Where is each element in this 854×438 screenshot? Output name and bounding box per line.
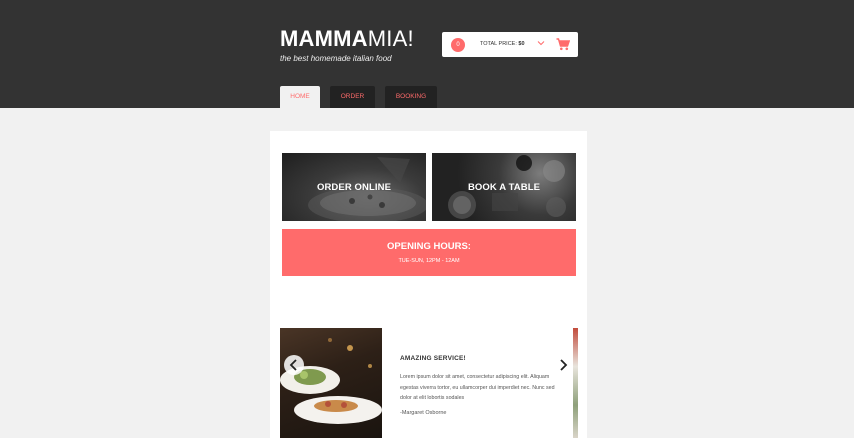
site-header: MAMMAMIA! the best homemade italian food…: [0, 0, 854, 108]
testimonial-author: -Margaret Osborne: [400, 409, 447, 416]
cart-total-label: TOTAL PRICE:: [480, 41, 517, 47]
order-online-tile[interactable]: ORDER ONLINE: [282, 153, 426, 221]
next-slide-peek: [573, 328, 578, 438]
cart-total: TOTAL PRICE: $0: [480, 41, 525, 47]
logo-name-bold: MAMMA: [280, 26, 368, 51]
logo-name-light: MIA!: [367, 26, 414, 51]
cart-count-badge: 0: [451, 38, 465, 52]
opening-hours-title: OPENING HOURS:: [387, 241, 471, 252]
restaurant-photo: [280, 328, 382, 438]
logo-text: MAMMAMIA!: [280, 27, 414, 51]
cart-widget[interactable]: 0 TOTAL PRICE: $0: [442, 32, 578, 57]
book-table-label: BOOK A TABLE: [467, 182, 541, 193]
tab-order[interactable]: ORDER: [330, 86, 375, 108]
testimonial-text: Lorem ipsum dolor sit amet, consectetur …: [400, 374, 555, 401]
chevron-left-icon[interactable]: [284, 355, 304, 375]
tab-booking[interactable]: BOOKING: [385, 86, 437, 108]
opening-hours-time: TUE-SUN, 12PM - 12AM: [398, 258, 460, 264]
cart-total-value: $0: [518, 41, 525, 47]
tagline: the best homemade italian food: [280, 54, 392, 63]
chevron-down-icon[interactable]: [536, 38, 546, 48]
book-table-tile[interactable]: BOOK A TABLE: [432, 153, 576, 221]
testimonial-title: AMAZING SERVICE!: [400, 355, 466, 362]
testimonial: AMAZING SERVICE! Lorem ipsum dolor sit a…: [400, 355, 560, 416]
main-content: ORDER ONLINE BOOK A TABLE OPENING HOURS:…: [270, 131, 587, 438]
tab-home[interactable]: HOME: [280, 86, 320, 108]
shopping-cart-icon[interactable]: [556, 38, 570, 51]
order-online-label: ORDER ONLINE: [316, 182, 392, 193]
opening-hours-banner: OPENING HOURS: TUE-SUN, 12PM - 12AM: [282, 229, 576, 276]
logo[interactable]: MAMMAMIA! the best homemade italian food: [280, 27, 414, 64]
testimonial-carousel: AMAZING SERVICE! Lorem ipsum dolor sit a…: [270, 328, 587, 438]
